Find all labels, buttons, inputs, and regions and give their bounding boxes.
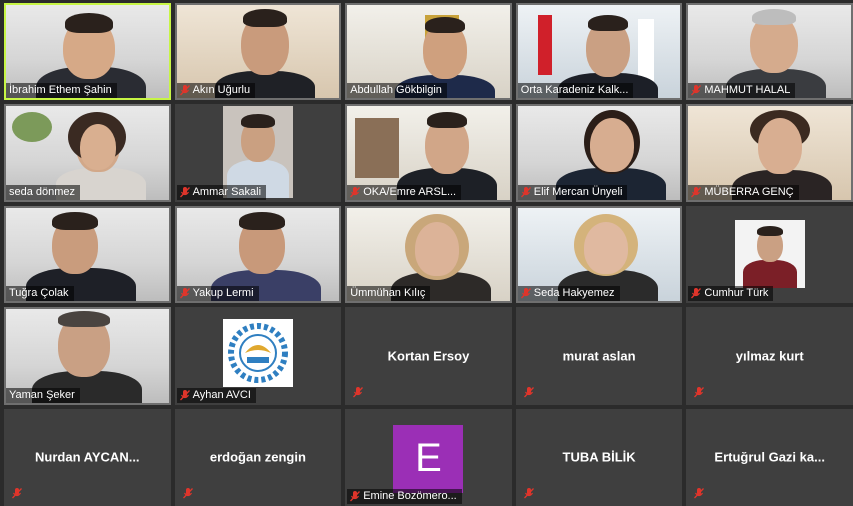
- participant-name: Nurdan AYCAN...: [35, 449, 140, 465]
- participant-name: İbrahim Ethem Şahin: [9, 84, 112, 97]
- participant-name: Yakup Lermi: [192, 287, 254, 300]
- microphone-muted-icon: [179, 85, 190, 96]
- microphone-muted-icon: [350, 491, 361, 502]
- participant-tile[interactable]: MÜBERRA GENÇ: [686, 104, 853, 202]
- participant-tile[interactable]: MAHMUT HALAL: [686, 3, 853, 101]
- participant-tile[interactable]: Tuğra Çolak: [4, 205, 171, 304]
- participant-name-tag: Tuğra Çolak: [6, 286, 74, 302]
- participant-name-tag: Seda Hakyemez: [517, 286, 620, 302]
- video-gallery: İbrahim Ethem Şahin Akın Uğurlu Abdullah…: [4, 3, 853, 506]
- microphone-muted-icon: [520, 288, 531, 299]
- participant-tile[interactable]: seda dönmez: [4, 104, 171, 202]
- participant-tile[interactable]: Ammar Sakali: [174, 104, 342, 202]
- participant-tile[interactable]: TUBA BİLİK: [515, 408, 683, 506]
- participant-name: MAHMUT HALAL: [704, 84, 791, 97]
- participant-name: erdoğan zengin: [209, 449, 306, 465]
- participant-name-tag: Ayhan AVCI: [176, 387, 256, 403]
- participant-name: Ammar Sakali: [192, 185, 262, 198]
- participant-name: OKA/Emre ARSL...: [363, 185, 457, 198]
- participant-tile[interactable]: murat aslan: [515, 307, 683, 405]
- microphone-muted-icon: [182, 488, 193, 499]
- participant-name: Cumhur Türk: [704, 287, 769, 300]
- participant-name: Orta Karadeniz Kalk...: [520, 84, 629, 97]
- participant-name: Yaman Şeker: [9, 388, 75, 401]
- microphone-muted-icon: [523, 386, 534, 398]
- participant-tile[interactable]: E Emine Bozömero...: [345, 408, 512, 506]
- participant-name-tag: Akın Uğurlu: [176, 83, 256, 99]
- participant-name: Akın Uğurlu: [192, 84, 251, 97]
- microphone-muted-icon: [179, 288, 190, 299]
- participant-tile[interactable]: Abdullah Gökbilgin: [345, 3, 512, 101]
- microphone-muted-icon: [179, 186, 190, 198]
- participant-name-tag: Yakup Lermi: [176, 286, 259, 302]
- participant-tile[interactable]: Akın Uğurlu: [174, 3, 342, 101]
- participant-name: seda dönmez: [9, 185, 76, 198]
- participant-name-tag: MÜBERRA GENÇ: [688, 184, 799, 200]
- participant-name: Tuğra Çolak: [9, 287, 69, 300]
- participant-name: TUBA BİLİK: [562, 449, 636, 465]
- participant-name: Ümmühan Kılıç: [350, 287, 426, 300]
- microphone-muted-icon: [353, 386, 364, 398]
- participant-tile[interactable]: Ertuğrul Gazi ka...: [686, 408, 853, 506]
- participant-name-tag: seda dönmez: [6, 184, 81, 200]
- microphone-muted-icon: [12, 488, 22, 499]
- participant-name: Ertuğrul Gazi ka...: [714, 449, 825, 465]
- participant-name: murat aslan: [562, 348, 636, 364]
- microphone-muted-icon: [691, 85, 702, 96]
- participant-tile[interactable]: erdoğan zengin: [174, 408, 342, 506]
- participant-tile[interactable]: OKA/Emre ARSL...: [345, 104, 512, 202]
- participant-tile[interactable]: Nurdan AYCAN...: [4, 408, 171, 506]
- participant-tile[interactable]: İbrahim Ethem Şahin: [4, 3, 171, 101]
- participant-tile[interactable]: Yaman Şeker: [4, 307, 171, 405]
- participant-tile[interactable]: yılmaz kurt: [686, 307, 853, 405]
- participant-tile[interactable]: Kortan Ersoy: [345, 307, 512, 405]
- participant-name-tag: Emine Bozömero...: [347, 489, 462, 504]
- microphone-muted-icon: [694, 386, 705, 398]
- participant-name-tag: Yaman Şeker: [6, 387, 80, 403]
- participant-tile[interactable]: Yakup Lermi: [174, 205, 342, 304]
- participant-name-tag: Ammar Sakali: [176, 184, 267, 200]
- participant-name: yılmaz kurt: [735, 348, 804, 364]
- participant-name-tag: Abdullah Gökbilgin: [347, 83, 447, 99]
- participant-name-tag: İbrahim Ethem Şahin: [6, 83, 117, 99]
- participant-name-tag: MAHMUT HALAL: [688, 83, 796, 99]
- participant-name-tag: Cumhur Türk: [688, 286, 774, 302]
- microphone-muted-icon: [350, 186, 361, 198]
- participant-name: Kortan Ersoy: [387, 348, 470, 364]
- participant-name-tag: Orta Karadeniz Kalk...: [517, 83, 634, 99]
- participant-name: Seda Hakyemez: [533, 287, 615, 300]
- participant-name: Ayhan AVCI: [192, 388, 251, 401]
- participant-tile[interactable]: Cumhur Türk: [686, 205, 853, 304]
- microphone-muted-icon: [523, 488, 534, 499]
- microphone-muted-icon: [694, 488, 705, 499]
- avatar: E: [393, 424, 464, 493]
- participant-tile[interactable]: Ümmühan Kılıç: [345, 205, 512, 304]
- organization-logo: [222, 319, 293, 388]
- participant-name-tag: OKA/Emre ARSL...: [347, 184, 462, 200]
- profile-photo: [734, 219, 805, 288]
- participant-name: Abdullah Gökbilgin: [350, 84, 442, 97]
- participant-name-tag: Ümmühan Kılıç: [347, 286, 431, 302]
- participant-name: Emine Bozömero...: [363, 490, 457, 502]
- participant-name-tag: Elif Mercan Ünyeli: [517, 184, 628, 200]
- participant-name: Elif Mercan Ünyeli: [533, 185, 623, 198]
- participant-tile[interactable]: Elif Mercan Ünyeli: [515, 104, 683, 202]
- participant-tile[interactable]: Ayhan AVCI: [174, 307, 342, 405]
- participant-tile[interactable]: Seda Hakyemez: [515, 205, 683, 304]
- microphone-muted-icon: [520, 186, 531, 198]
- microphone-muted-icon: [179, 389, 190, 401]
- participant-name: MÜBERRA GENÇ: [704, 185, 794, 198]
- microphone-muted-icon: [691, 186, 702, 198]
- participant-tile[interactable]: Orta Karadeniz Kalk...: [515, 3, 683, 101]
- microphone-muted-icon: [691, 288, 702, 299]
